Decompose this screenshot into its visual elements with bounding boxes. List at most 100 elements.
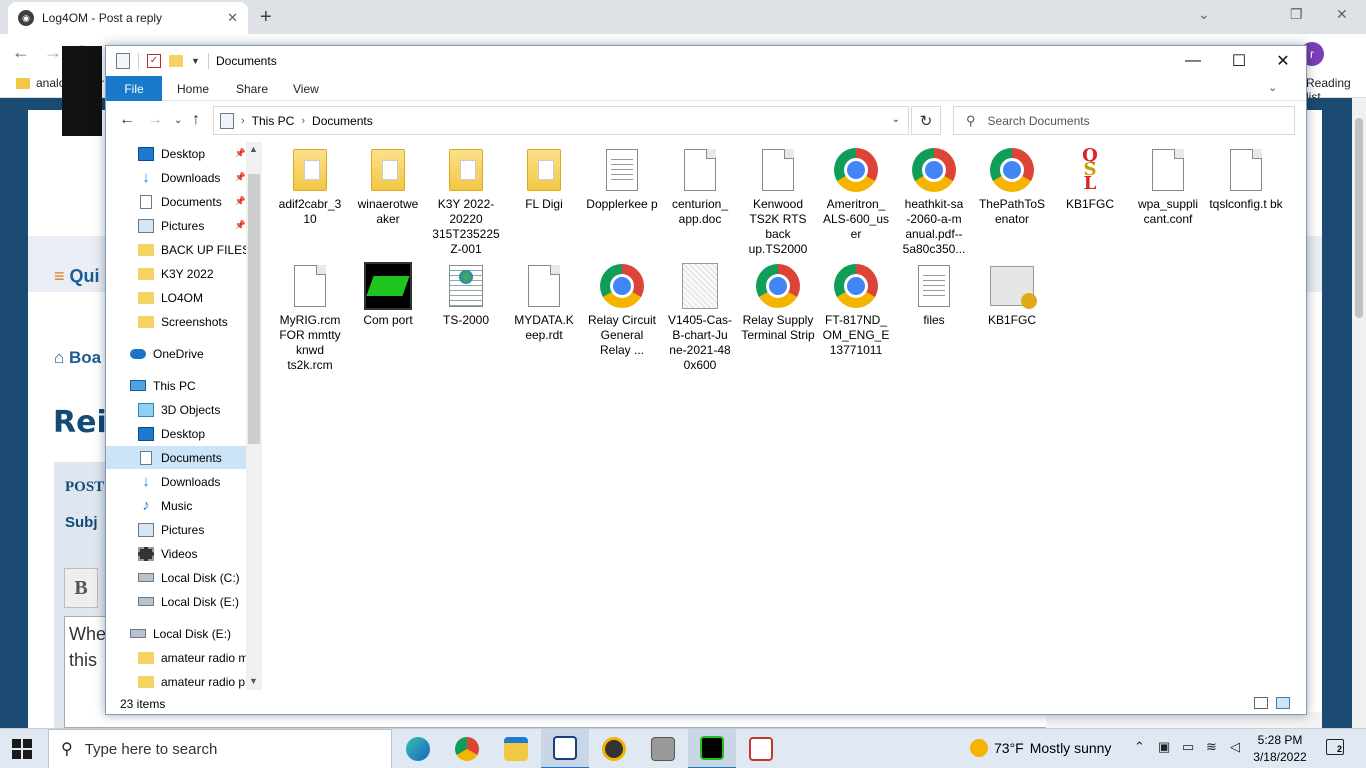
file-item[interactable]: V1405-Cas- B-chart-Ju ne-2021-48 0x600 bbox=[662, 262, 738, 373]
sidebar-item-screenshots[interactable]: Screenshots bbox=[106, 310, 246, 333]
close-icon[interactable]: ✕ bbox=[1336, 6, 1348, 23]
sidebar-item-lo4om[interactable]: LO4OM bbox=[106, 286, 246, 309]
sidebar-item-pictures[interactable]: Pictures 📌 bbox=[106, 214, 246, 237]
up-arrow-icon[interactable]: ↑ bbox=[192, 111, 200, 129]
chevron-down-icon[interactable]: ⌄ bbox=[892, 114, 900, 125]
refresh-button[interactable]: ↻ bbox=[911, 106, 941, 135]
file-item[interactable]: TS-2000 bbox=[428, 262, 504, 328]
file-item[interactable]: Com port bbox=[350, 262, 426, 328]
tab-file[interactable]: File bbox=[106, 76, 162, 101]
expand-ribbon-icon[interactable]: ⌄ bbox=[1268, 81, 1277, 94]
taskbar-search[interactable]: ⚲ bbox=[48, 729, 392, 768]
address-box[interactable]: › This PC › Documents ⌄ bbox=[213, 106, 909, 135]
chevron-right-icon[interactable]: › bbox=[301, 115, 305, 127]
sidebar-item-desktop[interactable]: Desktop 📌 bbox=[106, 142, 246, 165]
tab-view[interactable]: View bbox=[293, 76, 319, 101]
log4om-app[interactable] bbox=[541, 729, 589, 768]
volume-icon[interactable]: ◁ bbox=[1230, 739, 1240, 755]
system-clock[interactable]: 5:28 PM 3/18/2022 bbox=[1250, 732, 1310, 766]
file-item[interactable]: FT-817ND_ OM_ENG_E 13771011 bbox=[818, 262, 894, 358]
windows-start-icon[interactable] bbox=[12, 739, 32, 759]
search-box[interactable]: ⚲ bbox=[953, 106, 1295, 135]
file-item[interactable]: centurion_ app.doc bbox=[662, 146, 738, 227]
file-item[interactable]: Kenwood TS2K RTS back up.TS2000 bbox=[740, 146, 816, 257]
sidebar-item-music[interactable]: ♪ Music bbox=[106, 494, 246, 517]
sidebar-item-documents[interactable]: Documents bbox=[106, 446, 246, 469]
properties-icon[interactable] bbox=[116, 53, 130, 69]
sidebar-item-amateur-radio-p[interactable]: amateur radio p bbox=[106, 670, 246, 690]
large-icons-view-icon[interactable] bbox=[1276, 697, 1290, 709]
file-item[interactable]: files bbox=[896, 262, 972, 328]
file-item[interactable]: KB1FGC bbox=[974, 262, 1050, 328]
file-item[interactable]: Relay Supply Terminal Strip bbox=[740, 262, 816, 343]
sidebar-item-k3y-2022[interactable]: K3Y 2022 bbox=[106, 262, 246, 285]
back-arrow-icon[interactable]: ← bbox=[12, 42, 30, 63]
sidebar-item-pictures[interactable]: Pictures bbox=[106, 518, 246, 541]
sidebar-item-documents[interactable]: Documents 📌 bbox=[106, 190, 246, 213]
sidebar-item-3d-objects[interactable]: 3D Objects bbox=[106, 398, 246, 421]
chevron-down-icon[interactable]: ⌄ bbox=[1198, 6, 1210, 23]
taskbar-search-input[interactable] bbox=[84, 740, 365, 758]
file-item[interactable]: Q S L KB1FGC bbox=[1052, 146, 1128, 212]
file-item[interactable]: MYDATA.K eep.rdt bbox=[506, 262, 582, 343]
breadcrumb-documents[interactable]: Documents bbox=[312, 114, 373, 128]
chrome-app[interactable] bbox=[443, 729, 491, 768]
meet-now-icon[interactable]: ▣ bbox=[1158, 739, 1170, 755]
search-input[interactable] bbox=[987, 113, 1268, 128]
quick-links-label[interactable]: ≡ Qui bbox=[54, 266, 100, 287]
file-item[interactable]: K3Y 2022-20220 315T235225 Z-001 bbox=[428, 146, 504, 257]
restore-icon[interactable]: ❐ bbox=[1290, 6, 1303, 23]
file-explorer-app[interactable] bbox=[492, 729, 540, 768]
forward-arrow-icon[interactable]: → bbox=[44, 42, 62, 63]
sidebar-item-this-pc[interactable]: This PC bbox=[106, 374, 246, 397]
bold-button[interactable]: B bbox=[64, 568, 98, 608]
maximize-button[interactable]: ☐ bbox=[1216, 46, 1262, 76]
sidebar-item-desktop[interactable]: Desktop bbox=[106, 422, 246, 445]
scrollbar-thumb[interactable] bbox=[248, 174, 260, 444]
close-button[interactable]: ✕ bbox=[1260, 46, 1306, 76]
wifi-icon[interactable]: ≋ bbox=[1206, 739, 1217, 755]
recent-locations-icon[interactable]: ⌄ bbox=[174, 115, 182, 126]
file-item[interactable]: adif2cabr_3 10 bbox=[272, 146, 348, 227]
browser-tab[interactable]: ◉ Log4OM - Post a reply ✕ bbox=[8, 2, 248, 34]
file-item[interactable]: ThePathToS enator bbox=[974, 146, 1050, 227]
file-item[interactable]: MyRIG.rcm FOR mmtty knwd ts2k.rcm bbox=[272, 262, 348, 373]
sidebar-item-amateur-radio-m[interactable]: amateur radio m bbox=[106, 646, 246, 669]
weather-widget[interactable]: 73°F Mostly sunny bbox=[970, 739, 1111, 757]
navigation-scrollbar[interactable]: ▲ ▼ bbox=[246, 142, 262, 690]
breadcrumb-this-pc[interactable]: This PC bbox=[252, 114, 295, 128]
file-item[interactable]: Dopplerkee p bbox=[584, 146, 660, 212]
checkmark-icon[interactable]: ✓ bbox=[147, 54, 161, 68]
sidebar-item-onedrive[interactable]: OneDrive bbox=[106, 342, 246, 365]
minimize-button[interactable]: — bbox=[1170, 46, 1216, 76]
chevron-right-icon[interactable]: › bbox=[241, 115, 245, 127]
back-arrow-icon[interactable]: ← bbox=[119, 111, 135, 129]
scrollbar-thumb[interactable] bbox=[1355, 118, 1363, 318]
file-item[interactable]: Ameritron_ ALS-600_us er bbox=[818, 146, 894, 242]
scroll-up-icon[interactable]: ▲ bbox=[249, 144, 258, 154]
forward-arrow-icon[interactable]: → bbox=[147, 111, 163, 129]
sidebar-item-local-disk-e[interactable]: Local Disk (E:) bbox=[106, 622, 246, 645]
sidebar-item-back-up-files[interactable]: BACK UP FILES bbox=[106, 238, 246, 261]
file-item[interactable]: tqslconfig.t bk bbox=[1208, 146, 1284, 212]
file-item[interactable]: FL Digi bbox=[506, 146, 582, 212]
sidebar-item-downloads[interactable]: ↓ Downloads bbox=[106, 470, 246, 493]
page-scrollbar[interactable] bbox=[1352, 98, 1366, 728]
notification-center-icon[interactable]: 2 bbox=[1326, 739, 1344, 755]
details-view-icon[interactable] bbox=[1254, 697, 1268, 709]
sidebar-item-videos[interactable]: Videos bbox=[106, 542, 246, 565]
sidebar-item-local-disk-c[interactable]: Local Disk (C:) bbox=[106, 566, 246, 589]
radio-app[interactable] bbox=[639, 729, 687, 768]
board-index-link[interactable]: ⌂ Boa bbox=[54, 348, 101, 368]
tab-home[interactable]: Home bbox=[177, 76, 209, 101]
file-item[interactable]: heathkit-sa -2060-a-m anual.pdf-- 5a80c3… bbox=[896, 146, 972, 257]
new-folder-icon[interactable] bbox=[169, 55, 183, 67]
scope-app[interactable] bbox=[737, 729, 785, 768]
file-item[interactable]: wpa_suppli cant.conf bbox=[1130, 146, 1206, 227]
scroll-down-icon[interactable]: ▼ bbox=[249, 676, 258, 686]
com-port-app[interactable] bbox=[688, 729, 736, 768]
customize-dropdown-icon[interactable]: ▼ bbox=[191, 56, 200, 66]
tab-share[interactable]: Share bbox=[236, 76, 268, 101]
edge-app[interactable] bbox=[394, 729, 442, 768]
tasks-app[interactable] bbox=[590, 729, 638, 768]
